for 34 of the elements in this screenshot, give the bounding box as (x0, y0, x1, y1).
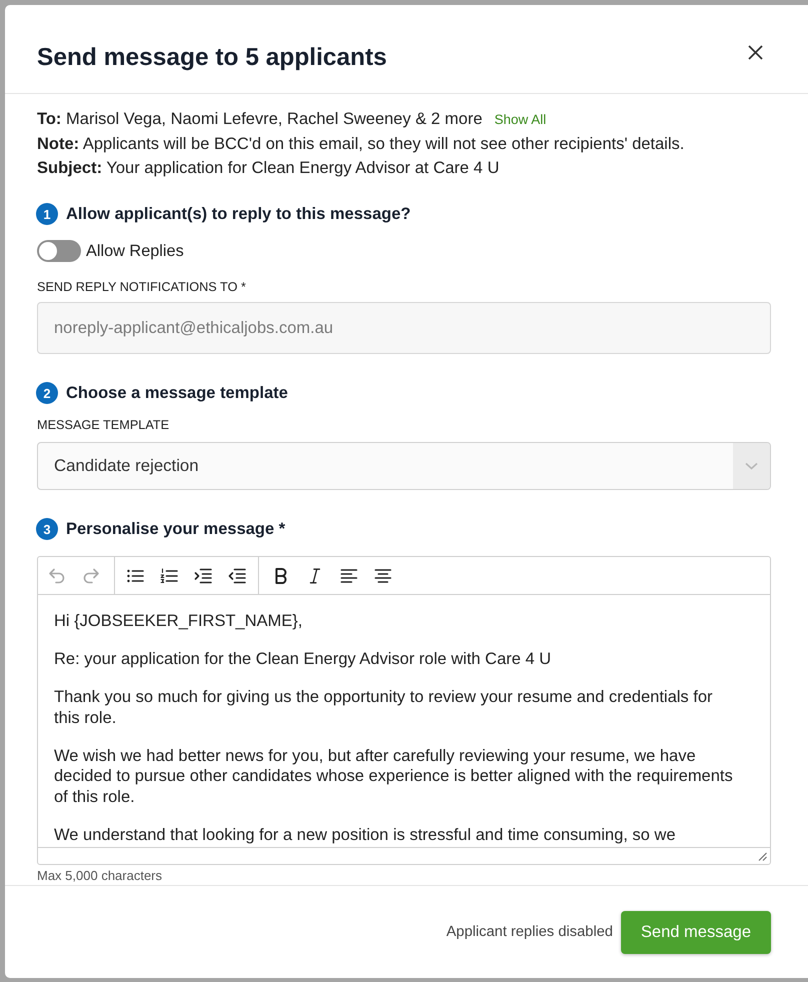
step-number-badge: 3 (36, 518, 58, 540)
message-paragraph: Hi {JOBSEEKER_FIRST_NAME}, (54, 611, 304, 632)
character-limit-hint: Max 5,000 characters (37, 868, 164, 884)
summary-line: Note: Applicants will be BCC'd on this email, so they will not see other recipients' details. (37, 135, 684, 153)
resize-grip-icon[interactable] (758, 852, 767, 861)
message-paragraph: We wish we had better news for you, but after carefully reviewing your resume, we have decided to pursue other candidates whose experience is better aligned with the requirements of this role. (54, 746, 734, 807)
outdent-icon (228, 566, 246, 584)
send-message-button[interactable]: Send message (620, 910, 771, 954)
chevron-down-icon (733, 443, 770, 489)
align-center-icon (374, 566, 392, 584)
redo-icon (82, 566, 100, 584)
summary-line: To: Marisol Vega, Naomi Lefevre, Rachel Sweeney & 2 more (37, 110, 482, 128)
dialog-title: Send message to 5 applicants (37, 43, 387, 73)
field-label: SEND REPLY NOTIFICATIONS TO * (37, 279, 247, 296)
numbered-list-icon (160, 566, 178, 584)
undo-icon (48, 566, 66, 584)
section-heading: Allow applicant(s) to reply to this message? (66, 204, 411, 224)
show-all-link[interactable]: Show All (494, 112, 546, 127)
message-paragraph: Thank you so much for giving us the opportunity to review your resume and credentials for this role. (54, 687, 714, 728)
align-left-icon (340, 566, 358, 584)
toggle-label: Allow Replies (86, 242, 184, 260)
step-number-badge: 2 (36, 382, 58, 404)
message-paragraph: Re: your application for the Clean Energy Advisor role with Care 4 U (54, 649, 552, 670)
message-paragraph: We understand that looking for a new position is stressful and time consuming, so we (54, 824, 677, 845)
allow-replies-toggle[interactable] (37, 240, 81, 262)
template-select[interactable]: Candidate rejection (37, 442, 771, 490)
field-label: MESSAGE TEMPLATE (37, 417, 170, 434)
indent-icon (194, 566, 212, 584)
summary-line: Subject: Your application for Clean Energy Advisor at Care 4 U (37, 159, 500, 177)
section-heading: Choose a message template (66, 384, 288, 402)
close-icon (748, 44, 762, 60)
replies-status-text: Applicant replies disabled (446, 924, 613, 940)
section-heading: Personalise your message * (66, 520, 286, 538)
step-number-badge: 1 (36, 203, 58, 225)
